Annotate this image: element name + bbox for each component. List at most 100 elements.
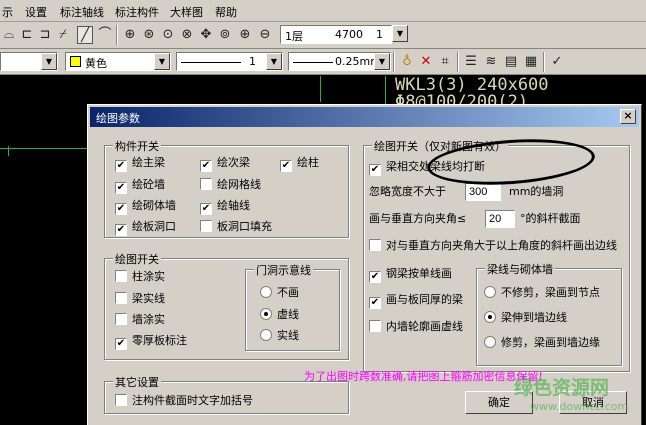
radio-circle[interactable] bbox=[484, 311, 496, 323]
layer-select[interactable]: ▼ bbox=[0, 52, 58, 71]
checkbox-grid-line[interactable]: 绘网格线 bbox=[200, 178, 261, 192]
checkbox-box[interactable]: ✔ bbox=[369, 271, 381, 283]
menu-item-display[interactable]: 示 bbox=[2, 4, 13, 20]
polygon-icon[interactable]: ⌓ bbox=[1, 26, 17, 44]
radio-solid[interactable]: 实线 bbox=[260, 329, 299, 343]
arc-tool-icon[interactable]: ╱ bbox=[77, 26, 93, 44]
layer-stack-icon[interactable]: ≋ bbox=[483, 53, 499, 71]
radio-extend-to-wall[interactable]: 梁伸到墙边线 bbox=[484, 311, 567, 325]
chevron-down-icon[interactable]: ▼ bbox=[392, 25, 408, 42]
check-icon[interactable]: ✓ bbox=[549, 53, 565, 71]
checkbox-box[interactable]: ✔ bbox=[200, 160, 212, 172]
layer-properties-icon[interactable]: ▦ bbox=[523, 53, 539, 71]
checkbox-slant-outline[interactable]: 对与垂直方向夹角大于以上角度的斜杆画出边线 bbox=[369, 239, 617, 253]
angle-icon[interactable]: ⊐ bbox=[37, 26, 53, 44]
checkbox-beam-solid[interactable]: 梁实线 bbox=[115, 292, 165, 306]
checkbox-box[interactable] bbox=[200, 220, 212, 232]
checkbox-box[interactable] bbox=[200, 178, 212, 190]
zoom-previous-icon[interactable]: ⊙ bbox=[160, 26, 176, 44]
dialog-titlebar[interactable]: 绘图参数 × bbox=[90, 107, 639, 127]
pan-icon[interactable]: ✥ bbox=[198, 26, 214, 44]
delete-cross-icon[interactable]: ✕ bbox=[418, 53, 434, 71]
checkbox-box[interactable]: ✔ bbox=[115, 203, 127, 215]
checkbox-main-beam[interactable]: ✔ 绘主梁 bbox=[115, 156, 165, 172]
layer-list-icon[interactable]: ☰ bbox=[463, 53, 479, 71]
radio-no-trim[interactable]: 不修剪，梁画到节点 bbox=[484, 286, 600, 300]
radio-circle[interactable] bbox=[260, 329, 272, 341]
checkbox-bracket-text[interactable]: 注构件截面时文字加括号 bbox=[115, 394, 253, 408]
ignore-width-input[interactable] bbox=[465, 183, 501, 201]
zoom-extents-icon[interactable]: ⊚ bbox=[217, 26, 233, 44]
group-title: 门洞示意线 bbox=[254, 262, 313, 278]
radio-trim-to-wall-edge[interactable]: 修剪，梁画到墙边缘 bbox=[484, 336, 600, 350]
light-bulb-icon[interactable]: ♁ bbox=[399, 53, 415, 71]
radio-dashed[interactable]: 虚线 bbox=[260, 308, 299, 322]
checkbox-box[interactable]: ✔ bbox=[280, 160, 292, 172]
checkbox-box[interactable]: ✔ bbox=[200, 203, 212, 215]
line-segment-icon[interactable]: ⊏ bbox=[19, 26, 35, 44]
checkbox-zero-slab-label[interactable]: ✔ 零厚板标注 bbox=[115, 334, 187, 350]
arc-curve-icon[interactable]: ⌒ bbox=[97, 26, 113, 44]
radio-circle[interactable] bbox=[260, 286, 272, 298]
color-select[interactable]: 黄色 ▼ bbox=[65, 52, 171, 71]
menu-item-help[interactable]: 帮助 bbox=[215, 4, 237, 20]
menu-item-axis-annotation[interactable]: 标注轴线 bbox=[60, 4, 104, 20]
floor-dropdown[interactable]: ▼ bbox=[392, 25, 410, 44]
checkbox-box[interactable]: ✔ bbox=[115, 182, 127, 194]
grid-snap-icon[interactable]: ⌗ bbox=[437, 53, 453, 71]
checkbox-opening-fill[interactable]: 板洞口填充 bbox=[200, 220, 272, 234]
checkbox-column-fill[interactable]: 柱涂实 bbox=[115, 270, 165, 284]
zoom-plus-icon[interactable]: ⊕ bbox=[237, 26, 253, 44]
checkbox-same-thickness-beam[interactable]: ✔ 画与板同厚的梁 bbox=[369, 293, 463, 309]
checkbox-box[interactable] bbox=[369, 239, 381, 251]
checkbox-box[interactable]: ✔ bbox=[115, 160, 127, 172]
angle-input[interactable] bbox=[485, 210, 515, 228]
chevron-down-icon[interactable]: ▼ bbox=[266, 53, 282, 70]
menu-bar: 示 设置 标注轴线 标注构件 大样图 帮助 bbox=[0, 0, 646, 22]
linetype-select[interactable]: 1 ▼ bbox=[176, 52, 283, 71]
close-icon[interactable]: × bbox=[620, 109, 636, 124]
linewidth-select[interactable]: 0.25mm ▼ bbox=[288, 52, 391, 71]
checkbox-box[interactable] bbox=[115, 313, 127, 325]
checkbox-box[interactable] bbox=[115, 292, 127, 304]
menu-item-detail-drawing[interactable]: 大样图 bbox=[170, 4, 203, 20]
color-value: 黄色 bbox=[85, 57, 107, 70]
drawing-line bbox=[385, 76, 386, 106]
checkbox-secondary-beam[interactable]: ✔ 绘次梁 bbox=[200, 156, 250, 172]
checkbox-wall-fill[interactable]: 墙涂实 bbox=[115, 313, 165, 327]
ignore-width-unit: mm的墙洞 bbox=[509, 185, 564, 198]
checkbox-box[interactable] bbox=[115, 394, 127, 406]
checkbox-inner-wall-dashed[interactable]: 内墙轮廓画虚线 bbox=[369, 320, 463, 334]
checkbox-steel-beam-single[interactable]: ✔ 钢梁按单线画 bbox=[369, 267, 452, 283]
zoom-window-icon[interactable]: ⊕ bbox=[122, 26, 138, 44]
checkbox-column[interactable]: ✔ 绘柱 bbox=[280, 156, 319, 172]
checkbox-box[interactable] bbox=[369, 320, 381, 332]
chevron-down-icon[interactable]: ▼ bbox=[154, 53, 170, 70]
zoom-in-icon[interactable]: ⊗ bbox=[179, 26, 195, 44]
snap-tool-icon[interactable]: ⌿ bbox=[55, 26, 71, 44]
zoom-dynamic-icon[interactable]: ⊛ bbox=[141, 26, 157, 44]
radio-circle[interactable] bbox=[484, 336, 496, 348]
toolbar-properties: ▼ 黄色 ▼ 1 ▼ 0.25mm ▼ ♁ ✕ ⌗ ☰ ≋ ▤ ▦ ✓ bbox=[0, 49, 646, 75]
height-value: 4700 bbox=[335, 28, 363, 41]
checkbox-box[interactable] bbox=[115, 270, 127, 282]
checkbox-box[interactable]: ✔ bbox=[115, 224, 127, 236]
menu-item-settings[interactable]: 设置 bbox=[25, 4, 47, 20]
checkbox-box[interactable]: ✔ bbox=[369, 297, 381, 309]
checkbox-masonry-wall[interactable]: ✔ 绘砌体墙 bbox=[115, 199, 176, 215]
zoom-out-icon[interactable]: ⊖ bbox=[257, 26, 273, 44]
toolbar-separator bbox=[116, 25, 118, 45]
checkbox-axis-line[interactable]: ✔ 绘轴线 bbox=[200, 199, 250, 215]
checkbox-box[interactable]: ✔ bbox=[369, 164, 381, 176]
radio-circle[interactable] bbox=[260, 308, 272, 320]
checkbox-box[interactable]: ✔ bbox=[115, 338, 127, 350]
floor-select[interactable]: 1层 4700 1 bbox=[280, 25, 392, 44]
chevron-down-icon[interactable]: ▼ bbox=[374, 53, 390, 70]
checkbox-concrete-wall[interactable]: ✔ 绘砼墙 bbox=[115, 178, 165, 194]
checkbox-slab-opening[interactable]: ✔ 绘板洞口 bbox=[115, 220, 176, 236]
layer-manager-icon[interactable]: ▤ bbox=[503, 53, 519, 71]
chevron-down-icon[interactable]: ▼ bbox=[41, 53, 57, 70]
radio-no-draw[interactable]: 不画 bbox=[260, 286, 299, 300]
menu-item-component-annotation[interactable]: 标注构件 bbox=[115, 4, 159, 20]
radio-circle[interactable] bbox=[484, 286, 496, 298]
